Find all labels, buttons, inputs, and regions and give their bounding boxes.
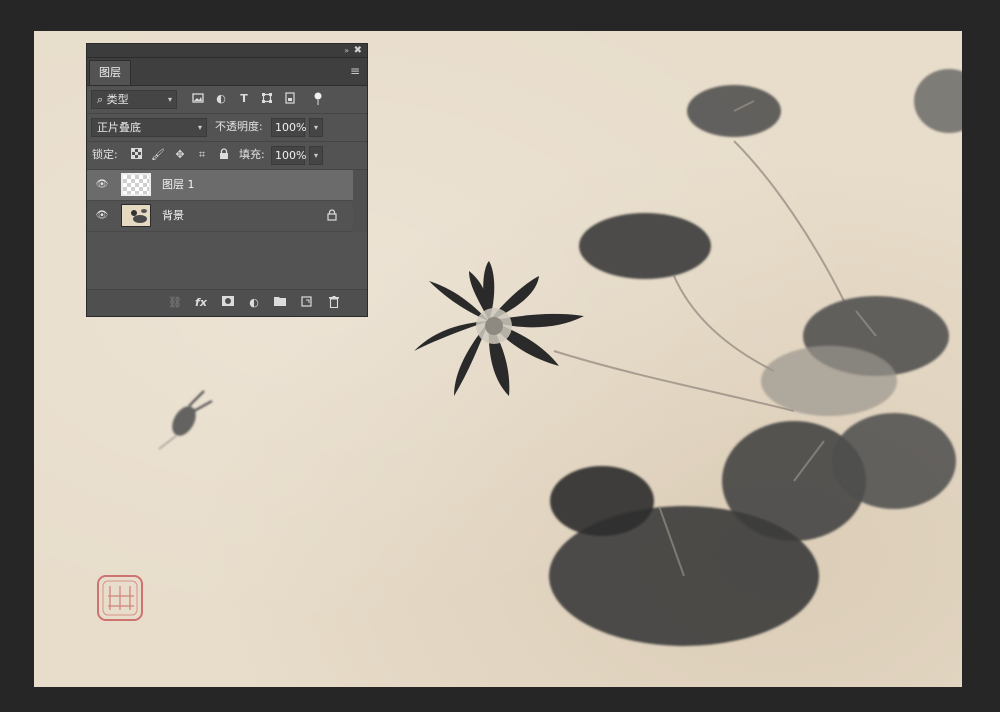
blend-mode-label: 正片叠底 xyxy=(97,121,141,134)
lock-label: 锁定: xyxy=(92,148,118,161)
opacity-input[interactable]: 100% xyxy=(271,118,306,137)
filter-kind-label: 类型 xyxy=(106,93,129,106)
delete-layer-icon[interactable] xyxy=(327,296,341,310)
red-seal xyxy=(97,575,143,621)
filter-kind-select[interactable]: ⌕ 类型 ▾ xyxy=(91,90,177,109)
new-adjustment-layer-icon[interactable]: ◐ xyxy=(247,296,261,310)
tab-layers[interactable]: 图层 xyxy=(89,60,131,85)
new-group-icon[interactable] xyxy=(273,296,287,310)
type-layer-filter-icon[interactable]: T xyxy=(237,92,251,106)
layer-name[interactable]: 背景 xyxy=(162,209,184,223)
layer-row[interactable]: 👁 图层 1 xyxy=(87,170,367,201)
layer-thumbnail xyxy=(121,173,151,196)
fill-slider-toggle[interactable]: ▾ xyxy=(309,146,323,165)
shape-layer-filter-icon[interactable] xyxy=(260,92,274,106)
blend-mode-select[interactable]: 正片叠底 ▾ xyxy=(91,118,207,137)
fish xyxy=(158,390,213,450)
layers-list: 👁 图层 1 👁 背景 xyxy=(87,170,367,232)
lock-row: 锁定: 🖌 ✥ ⌗ 填充: 100% ▾ xyxy=(87,142,367,170)
lock-image-pixels-icon[interactable]: 🖌 xyxy=(151,148,165,162)
new-layer-icon[interactable] xyxy=(299,296,313,310)
layer-row[interactable]: 👁 背景 xyxy=(87,201,367,232)
layer-style-icon[interactable]: fx xyxy=(194,296,208,310)
layer-name[interactable]: 图层 1 xyxy=(162,178,195,192)
link-layers-icon[interactable]: ⛓ xyxy=(168,296,182,310)
opacity-slider-toggle[interactable]: ▾ xyxy=(309,118,323,137)
water-lily-flower xyxy=(414,261,584,396)
panel-footer: ⛓ fx ◐ xyxy=(87,289,367,316)
filter-row: ⌕ 类型 ▾ ◐ T xyxy=(87,86,367,114)
close-icon[interactable]: ✖ xyxy=(354,44,362,57)
adjustment-layer-filter-icon[interactable]: ◐ xyxy=(214,92,228,106)
chevron-down-icon: ▾ xyxy=(167,95,172,104)
lock-icon xyxy=(327,209,337,225)
search-icon: ⌕ xyxy=(97,93,104,106)
eye-icon[interactable]: 👁 xyxy=(95,178,109,192)
layer-thumbnail xyxy=(121,204,151,227)
lock-all-icon[interactable] xyxy=(217,148,231,162)
lock-transparent-pixels-icon[interactable] xyxy=(129,148,143,162)
panel-menu-icon[interactable]: ≡ xyxy=(350,65,360,77)
fill-label: 填充: xyxy=(239,148,265,161)
layers-scrollbar[interactable] xyxy=(353,170,367,232)
panel-title-strip[interactable]: » ✖ xyxy=(87,44,367,58)
eye-icon[interactable]: 👁 xyxy=(95,209,109,223)
chevron-down-icon: ▾ xyxy=(197,123,202,132)
add-mask-icon[interactable] xyxy=(221,296,235,310)
fill-input[interactable]: 100% xyxy=(271,146,306,165)
blend-row: 正片叠底 ▾ 不透明度: 100% ▾ xyxy=(87,114,367,142)
smart-object-filter-icon[interactable] xyxy=(283,92,297,106)
panel-tab-row: 图层 ≡ xyxy=(87,58,367,86)
lock-artboard-icon[interactable]: ⌗ xyxy=(195,148,209,162)
opacity-label: 不透明度: xyxy=(215,120,263,133)
layers-panel[interactable]: » ✖ 图层 ≡ ⌕ 类型 ▾ ◐ T 正片叠底 ▾ 不透明度: 100% ▾ … xyxy=(86,43,368,317)
pixel-layer-filter-icon[interactable] xyxy=(191,92,205,106)
filter-toggle-icon[interactable] xyxy=(311,92,325,106)
lily-pads xyxy=(549,69,962,646)
collapse-icon[interactable]: » xyxy=(344,44,349,57)
lock-position-icon[interactable]: ✥ xyxy=(173,148,187,162)
